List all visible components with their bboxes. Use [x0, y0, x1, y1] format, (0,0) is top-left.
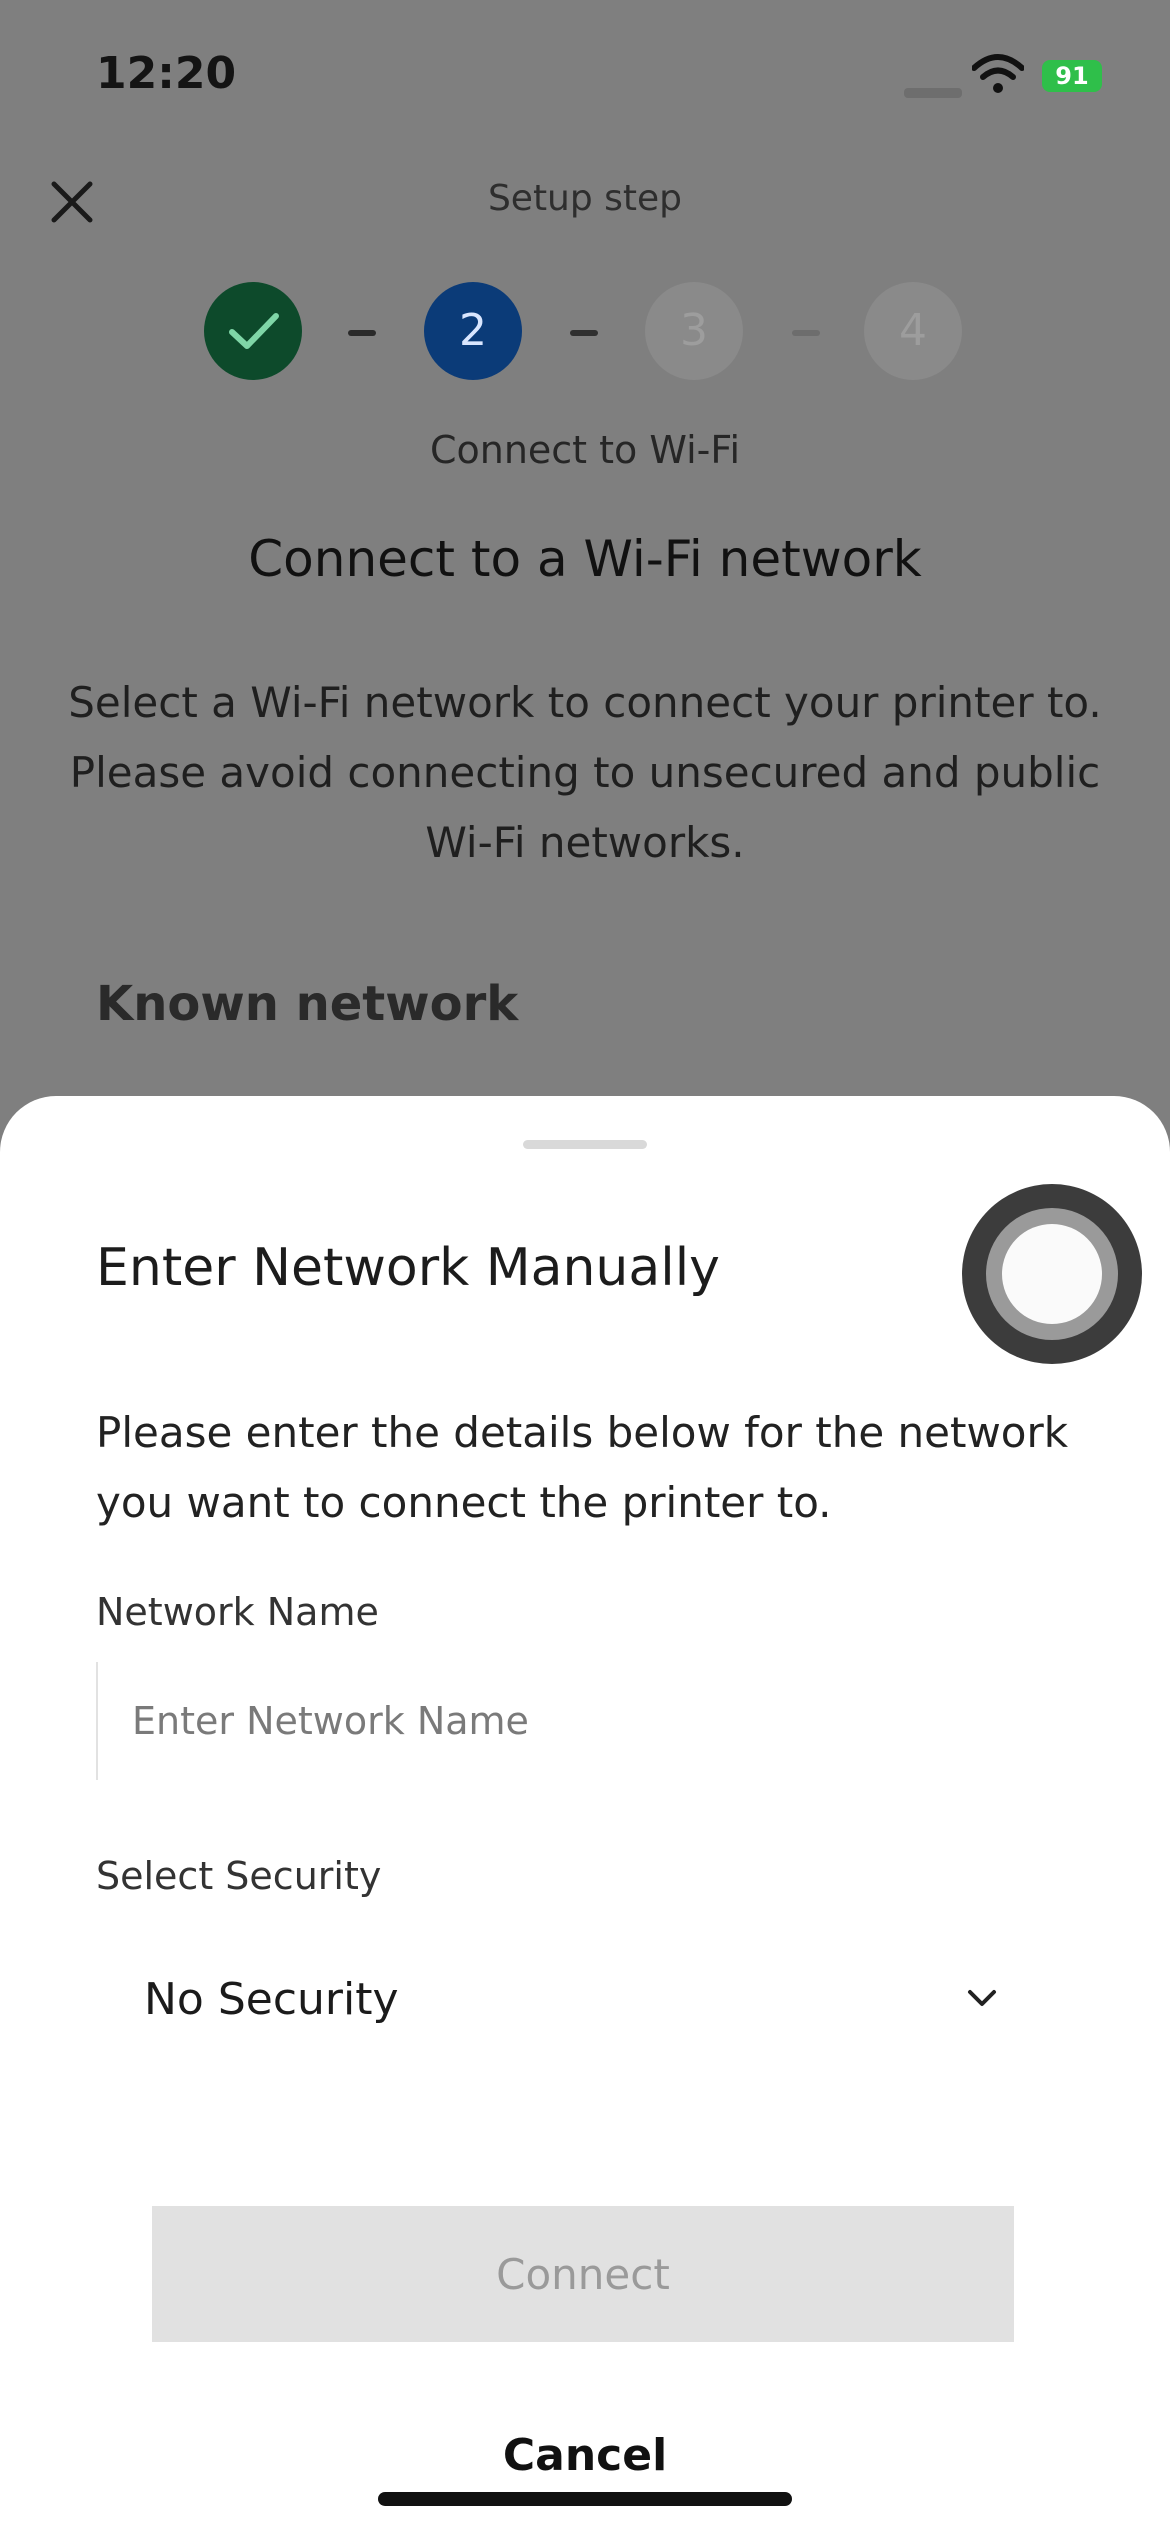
step-caption: Connect to Wi-Fi	[429, 428, 741, 472]
check-icon	[229, 313, 279, 349]
page-description: Select a Wi-Fi network to connect your p…	[68, 678, 1102, 867]
connect-button[interactable]: Connect	[152, 2206, 1014, 2342]
chevron-down-icon	[968, 1990, 996, 2006]
status-bar: 12:20 91	[0, 0, 1170, 150]
touch-indicator	[962, 1184, 1142, 1364]
security-label: Select Security	[96, 1854, 382, 1898]
cancel-button[interactable]: Cancel	[0, 2430, 1170, 2481]
page-heading: Connect to a Wi-Fi network	[248, 530, 922, 588]
touch-indicator-core	[1002, 1224, 1102, 1324]
known-network-heading: Known network	[96, 976, 519, 1032]
network-name-label: Network Name	[96, 1590, 379, 1634]
step-connector	[348, 330, 376, 336]
home-indicator[interactable]	[378, 2492, 792, 2506]
network-name-input[interactable]	[96, 1662, 1074, 1780]
manual-network-sheet: Enter Network Manually Please enter the …	[0, 1096, 1170, 2532]
step-4: 4	[864, 282, 962, 380]
security-selected-value: No Security	[144, 1974, 399, 2025]
sheet-title: Enter Network Manually	[96, 1238, 720, 1298]
step-1-complete	[204, 282, 302, 380]
battery-level: 91	[1055, 62, 1089, 90]
step-3: 3	[645, 282, 743, 380]
security-dropdown[interactable]: No Security	[96, 1956, 1074, 2052]
setup-step-title: Setup step	[487, 178, 683, 219]
sheet-description: Please enter the details below for the n…	[96, 1408, 1069, 1527]
touch-indicator-ring	[986, 1208, 1118, 1340]
setup-stepper: 2 3 4	[0, 282, 1170, 382]
step-2-current: 2	[424, 282, 522, 380]
signal-icon	[904, 88, 962, 98]
wifi-icon	[972, 54, 1024, 93]
battery-icon: 91	[1042, 60, 1102, 92]
status-time: 12:20	[96, 48, 237, 99]
step-connector	[792, 330, 820, 336]
step-connector	[570, 330, 598, 336]
sheet-grabber[interactable]	[523, 1140, 647, 1149]
